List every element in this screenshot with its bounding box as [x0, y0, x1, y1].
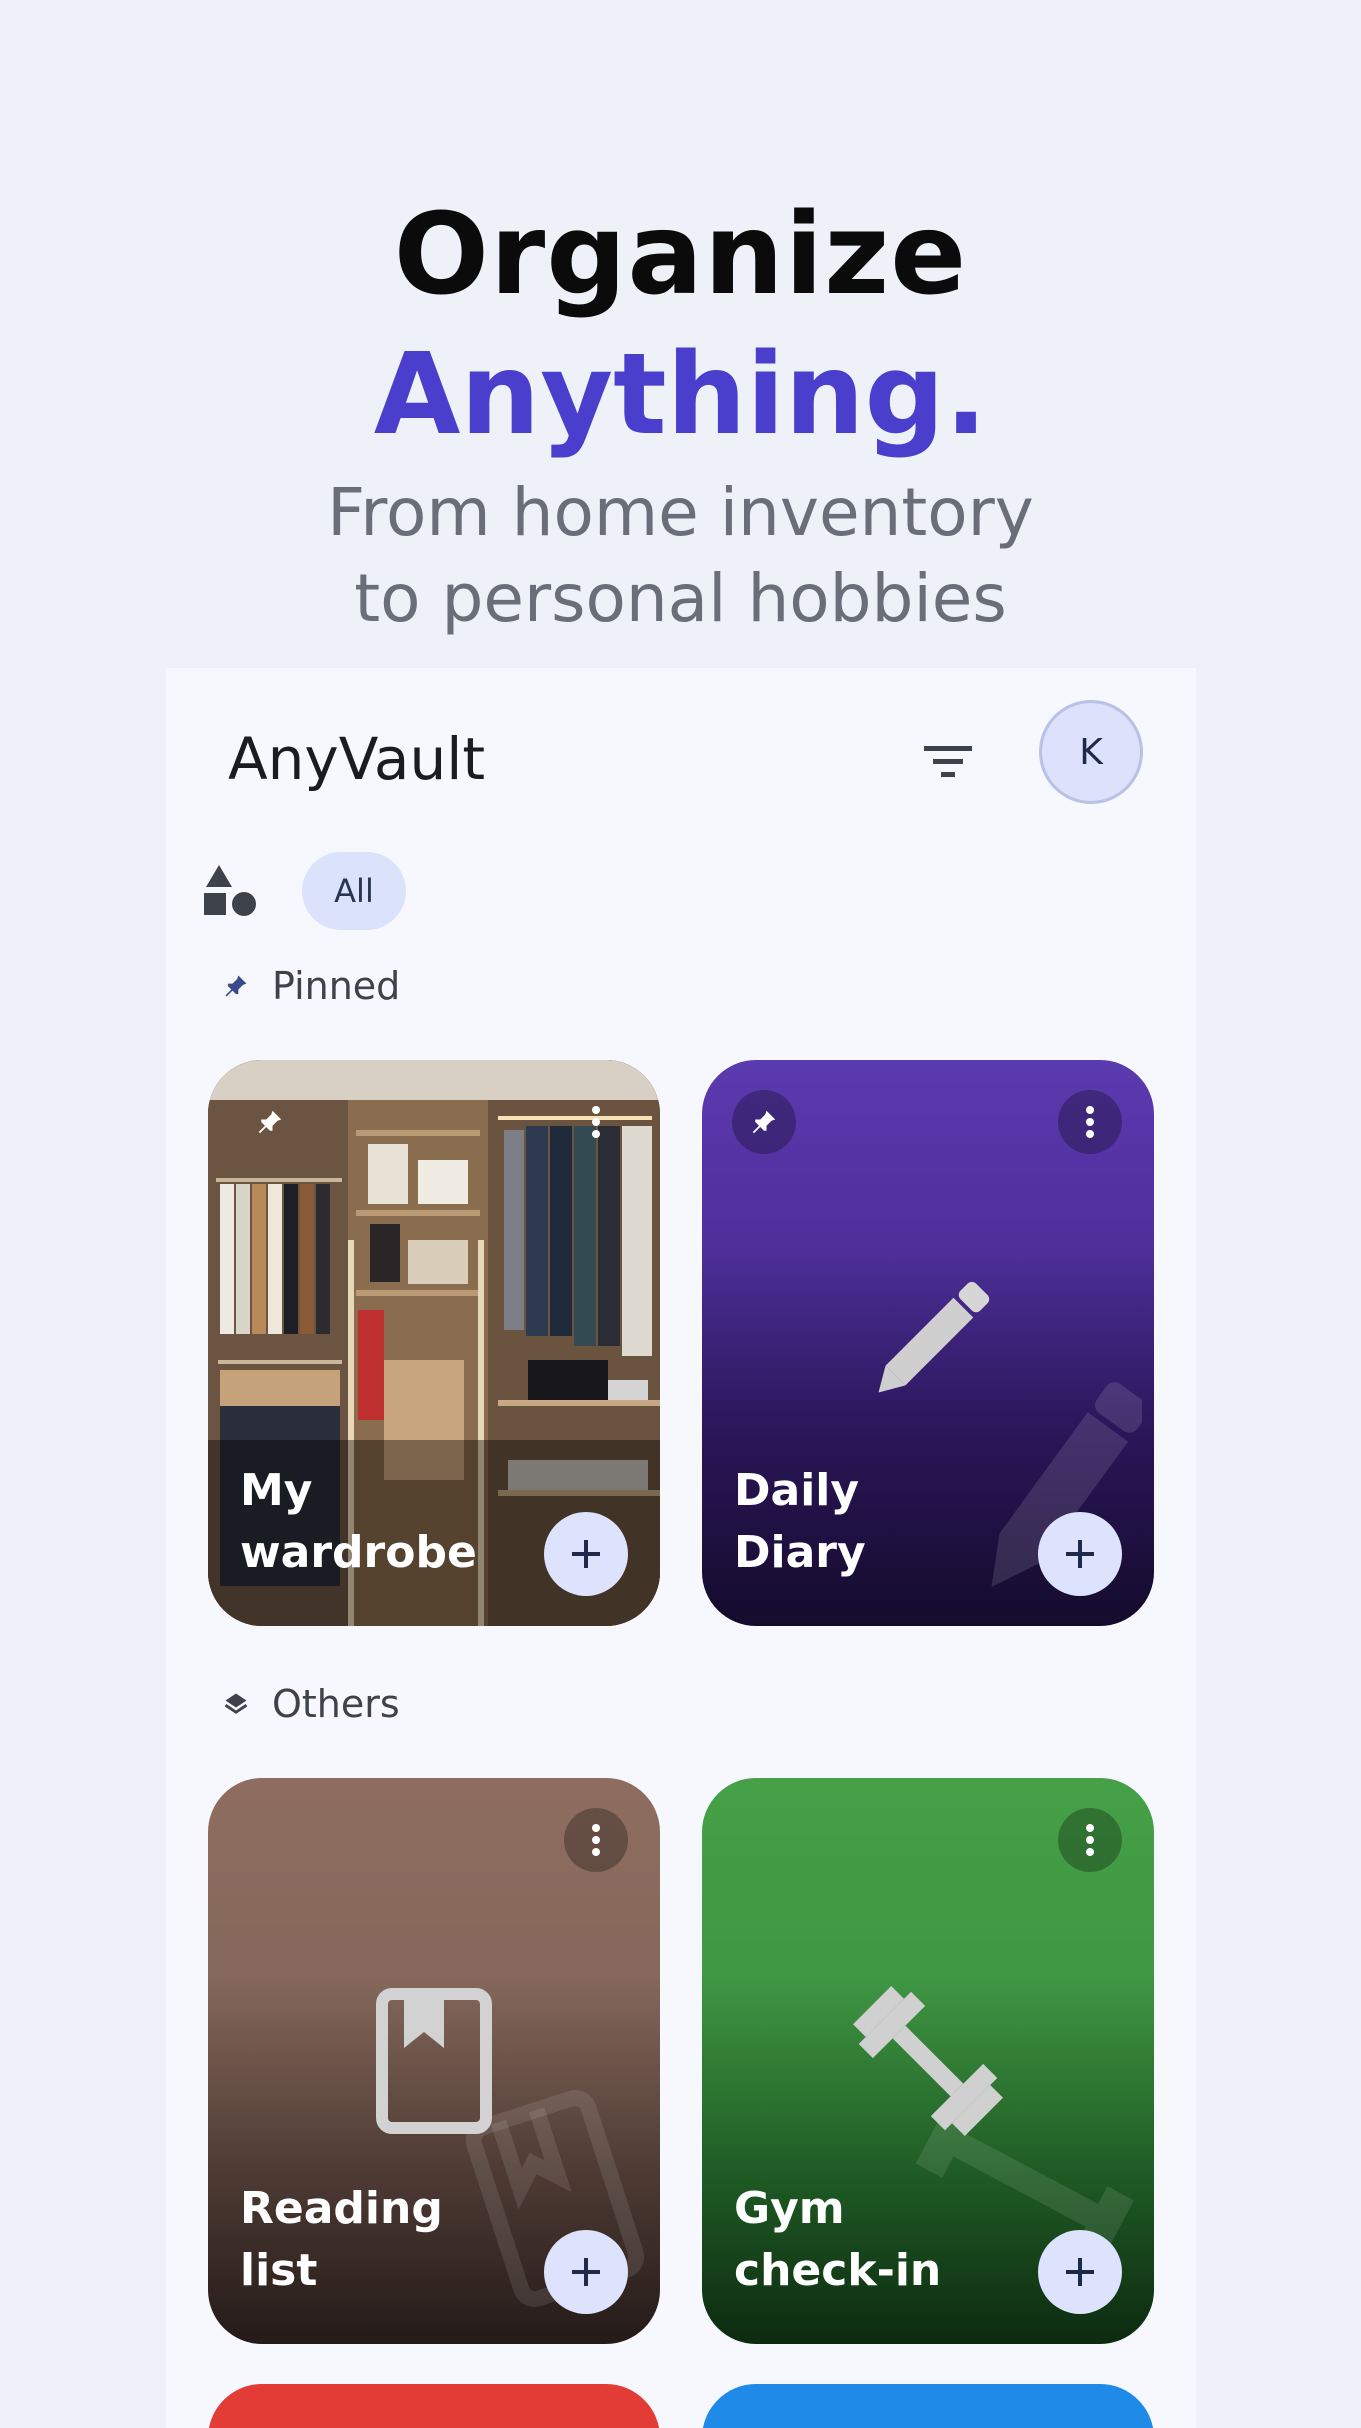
plus-icon	[1066, 1540, 1094, 1568]
filter-button[interactable]	[916, 730, 980, 794]
section-pinned-label: Pinned	[272, 964, 401, 1008]
categories-icon[interactable]	[202, 863, 258, 919]
more-vert-icon	[592, 1824, 600, 1856]
plus-icon	[572, 2258, 600, 2286]
plus-icon	[1066, 2258, 1094, 2286]
card-title-line1: Gym	[734, 2183, 845, 2234]
card-title: Reading list	[240, 2183, 443, 2296]
section-others: Others	[222, 1674, 400, 1734]
pencil-icon	[878, 1281, 990, 1393]
section-pinned: Pinned	[222, 956, 400, 1016]
more-options-button[interactable]	[1058, 1808, 1122, 1872]
pin-icon	[225, 975, 247, 997]
avatar-initial: K	[1079, 731, 1103, 773]
dumbbell-icon	[853, 1986, 1003, 2136]
plus-icon	[572, 1540, 600, 1568]
layers-icon	[224, 1693, 248, 1714]
pin-icon	[258, 1110, 282, 1134]
app-title: AnyVault	[228, 725, 486, 793]
card-my-wardrobe[interactable]: My wardrobe	[208, 1060, 660, 1626]
add-item-button[interactable]	[1038, 1512, 1122, 1596]
more-options-button[interactable]	[564, 1090, 628, 1154]
add-item-button[interactable]	[544, 1512, 628, 1596]
card-title: My wardrobe	[240, 1465, 477, 1578]
card-title: Daily Diary	[734, 1465, 866, 1578]
more-vert-icon	[1086, 1824, 1094, 1856]
section-others-label: Others	[272, 1682, 400, 1726]
avatar[interactable]: K	[1039, 700, 1143, 804]
hero-accent: Anything.	[373, 330, 988, 460]
filter-chip-all[interactable]: All	[302, 852, 406, 930]
pin-button[interactable]	[238, 1090, 302, 1154]
bookmark-book-icon	[376, 1988, 492, 2134]
more-options-button[interactable]	[1058, 1090, 1122, 1154]
hero-title: Organize	[393, 190, 968, 320]
card-partial-red[interactable]	[208, 2384, 660, 2428]
add-item-button[interactable]	[544, 2230, 628, 2314]
add-item-button[interactable]	[1038, 2230, 1122, 2314]
card-title: Gym check-in	[734, 2178, 994, 2302]
card-daily-diary[interactable]: Daily Diary	[702, 1060, 1154, 1626]
filter-chip-all-label: All	[334, 872, 374, 910]
more-options-button[interactable]	[564, 1808, 628, 1872]
hero-subtitle: From home inventory to personal hobbies	[0, 470, 1361, 642]
hero-subtitle-line1: From home inventory	[327, 474, 1034, 551]
hero-subtitle-line2: to personal hobbies	[354, 560, 1007, 637]
pin-icon	[752, 1110, 776, 1134]
card-reading-list[interactable]: Reading list	[208, 1778, 660, 2344]
more-vert-icon	[1086, 1106, 1094, 1138]
more-vert-icon	[592, 1106, 600, 1138]
pin-button[interactable]	[732, 1090, 796, 1154]
app-screen: AnyVault K All Pinned My wardrobe Daily …	[166, 668, 1196, 2428]
card-partial-blue[interactable]	[702, 2384, 1154, 2428]
filter-icon	[924, 746, 972, 777]
card-title-line2: check-in	[734, 2245, 942, 2296]
card-gym-check-in[interactable]: Gym check-in	[702, 1778, 1154, 2344]
